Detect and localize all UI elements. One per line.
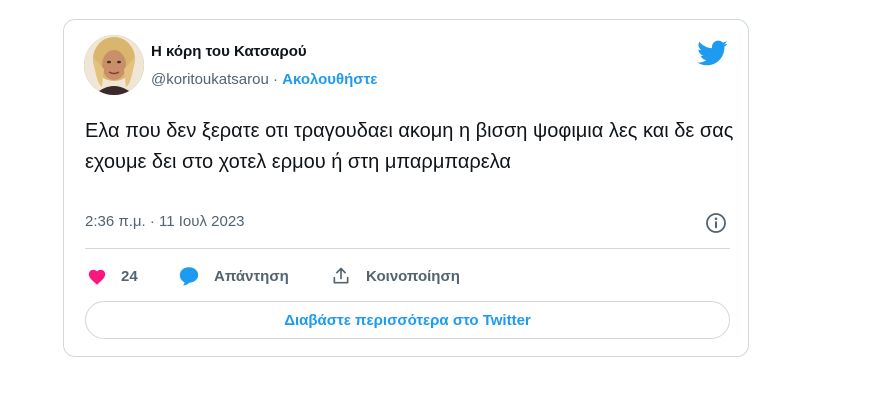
reply-bubble-icon (179, 267, 199, 286)
share-label: Κοινοποίηση (366, 267, 460, 285)
share-upload-icon (333, 267, 349, 284)
divider (85, 248, 730, 249)
twitter-bird-icon[interactable] (696, 37, 728, 69)
like-count: 24 (121, 267, 138, 285)
read-more-button[interactable]: Διαβάστε περισσότερα στο Twitter (85, 301, 730, 339)
tweet-text: Ελα που δεν ξερατε οτι τραγουδαει ακομη … (85, 120, 734, 173)
author-display-name[interactable]: Η κόρη του Κατσαρού (151, 43, 307, 60)
reply-label: Απάντηση (214, 267, 289, 285)
author-handle[interactable]: @koritoukatsarou (151, 71, 269, 88)
tweet-timestamp[interactable]: 2:36 π.μ. · 11 Ιουλ 2023 (85, 213, 245, 230)
follow-link[interactable]: Ακολουθήστε (282, 71, 377, 88)
avatar-image (84, 35, 144, 95)
reply-button[interactable]: Απάντηση (178, 264, 289, 288)
tweet-card: Η κόρη του Κατσαρού @koritoukatsarou · Α… (63, 19, 749, 357)
share-button[interactable]: Κοινοποίηση (331, 264, 460, 288)
author-handle-row: @koritoukatsarou · Ακολουθήστε (151, 71, 377, 88)
info-icon[interactable] (705, 212, 727, 234)
handle-separator: · (268, 71, 283, 88)
avatar[interactable] (84, 35, 144, 95)
heart-icon (88, 269, 106, 285)
like-button[interactable]: 24 (87, 264, 138, 288)
